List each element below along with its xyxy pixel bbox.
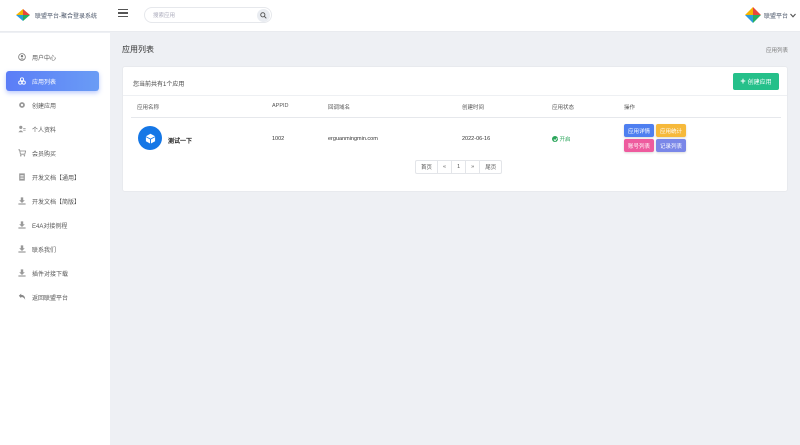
sidebar-item-return[interactable]: 返回联盟平台 (6, 287, 99, 307)
create-app-label: 创建应用 (747, 80, 772, 86)
search-box (144, 7, 272, 23)
callback-domain: erguanmingmin.com (328, 136, 378, 142)
table-header-divider (131, 117, 781, 118)
download-icon (18, 197, 26, 205)
breadcrumb[interactable]: 应用列表 (766, 46, 788, 54)
page-last[interactable]: 尾页 (480, 161, 501, 173)
sidebar-item-label: 联系我们 (32, 247, 57, 254)
column-header-domain: 回调域名 (328, 105, 351, 111)
column-header-actions: 操作 (624, 105, 636, 111)
sidebar-item-label: E4A对接例程 (32, 223, 68, 230)
sidebar: 用户中心 应用列表 创建应用 个人资料 会员购买 开发文档【通用】 开发文档【简… (0, 33, 110, 445)
app-list-card: 您当前共有1个应用 + 创建应用 应用名称 APPID 回调域名 创建时间 应用… (122, 66, 788, 192)
divider (123, 95, 787, 96)
sidebar-item-user-center[interactable]: 用户中心 (6, 47, 99, 67)
sidebar-item-e4a[interactable]: E4A对接例程 (6, 215, 99, 235)
sidebar-item-label: 会员购买 (32, 151, 57, 158)
app-name[interactable]: 测试一下 (168, 136, 192, 145)
page-title: 应用列表 (122, 45, 154, 54)
doc-icon (18, 173, 26, 181)
sidebar-item-docs-simple[interactable]: 开发文档【简版】 (6, 191, 99, 211)
chevron-down-icon (790, 13, 796, 18)
sidebar-item-contact[interactable]: 联系我们 (6, 239, 99, 259)
sidebar-item-label: 返回联盟平台 (32, 295, 69, 302)
user-circle-icon (18, 53, 26, 61)
sidebar-item-membership[interactable]: 会员购买 (6, 143, 99, 163)
app-detail-button[interactable]: 应用详情 (624, 124, 654, 137)
sidebar-item-label: 创建应用 (32, 103, 57, 110)
cart-icon (18, 149, 26, 157)
gear-icon (18, 101, 26, 109)
column-header-name: 应用名称 (137, 105, 160, 111)
status-text: 开启 (559, 137, 571, 143)
app-count-summary: 您当前共有1个应用 (133, 82, 185, 88)
sidebar-item-label: 开发文档【简版】 (32, 199, 81, 206)
check-circle-icon (552, 136, 558, 142)
record-list-button[interactable]: 记录列表 (656, 139, 686, 152)
download-icon (18, 245, 26, 253)
cube-icon (145, 133, 155, 144)
apps-icon (18, 77, 26, 85)
sidebar-item-label: 用户中心 (32, 55, 57, 62)
download-icon (18, 269, 26, 277)
sidebar-item-label: 个人资料 (32, 127, 57, 134)
search-input[interactable] (153, 10, 253, 21)
sidebar-item-profile[interactable]: 个人资料 (6, 119, 99, 139)
sidebar-item-app-list[interactable]: 应用列表 (6, 71, 99, 91)
search-icon (260, 12, 267, 19)
sidebar-item-plugin-download[interactable]: 插件对接下载 (6, 263, 99, 283)
status-badge: 开启 (552, 135, 571, 143)
plus-icon: + (740, 76, 746, 86)
logo-text: 联盟平台-聚合登录系统 (35, 13, 97, 20)
pagination: 首页 « 1 » 尾页 (415, 160, 503, 174)
created-date: 2022-06-16 (462, 136, 491, 142)
sidebar-item-label: 插件对接下载 (32, 271, 69, 278)
sidebar-item-docs-general[interactable]: 开发文档【通用】 (6, 167, 99, 187)
create-app-button[interactable]: + 创建应用 (733, 73, 779, 90)
user-menu[interactable]: 联盟平台 (744, 7, 796, 23)
column-header-appid: APPID (272, 103, 289, 109)
return-icon (18, 293, 26, 301)
user-card-icon (18, 125, 26, 133)
search-button[interactable] (257, 9, 270, 22)
sidebar-item-create-app[interactable]: 创建应用 (6, 95, 99, 115)
menu-toggle-icon[interactable] (118, 9, 128, 19)
page-next[interactable]: » (466, 161, 481, 173)
avatar (744, 7, 761, 23)
column-header-status: 应用状态 (552, 105, 575, 111)
column-header-created: 创建时间 (462, 105, 485, 111)
user-name: 联盟平台 (763, 13, 788, 20)
app-id: 1002 (272, 136, 285, 142)
page-first[interactable]: 首页 (416, 161, 439, 173)
logo[interactable]: 联盟平台-聚合登录系统 (16, 9, 97, 21)
app-icon (138, 126, 162, 150)
app-stats-button[interactable]: 应用统计 (656, 124, 686, 137)
download-icon (18, 221, 26, 229)
account-list-button[interactable]: 账号列表 (624, 139, 654, 152)
logo-icon (16, 9, 30, 21)
page-prev[interactable]: « (438, 161, 453, 173)
page-number[interactable]: 1 (452, 161, 467, 173)
top-bar: 联盟平台-聚合登录系统 联盟平台 (0, 0, 800, 32)
sidebar-item-label: 开发文档【通用】 (32, 175, 81, 182)
sidebar-item-label: 应用列表 (32, 79, 57, 86)
